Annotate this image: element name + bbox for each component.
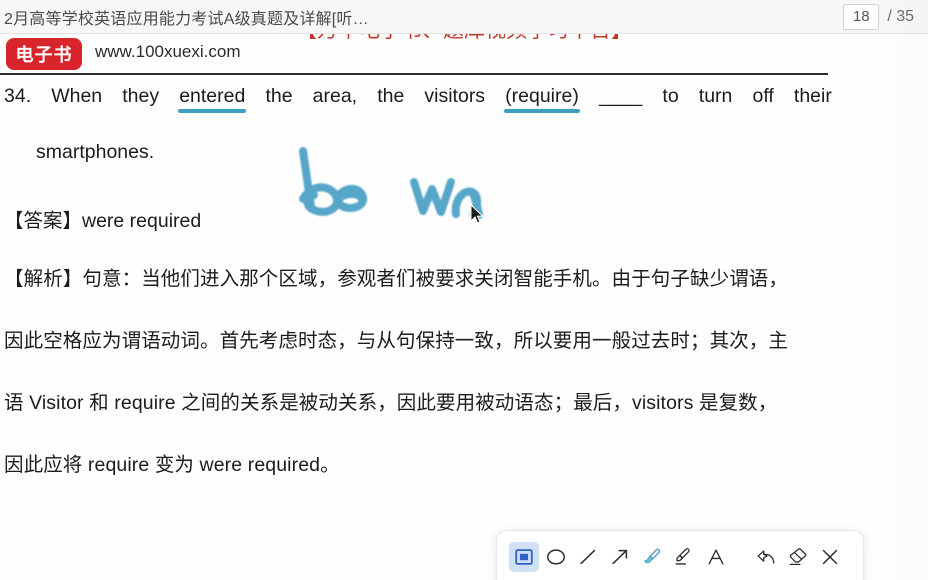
pdf-page-canvas[interactable]: 电子书 www.100xuexi.com 【万千电子书、题库视频学习平台】 34… [0, 34, 928, 580]
ellipse-icon [545, 546, 567, 568]
ink-annotation-layer [0, 34, 928, 580]
question-word-when: When [51, 86, 102, 106]
question-word-their: their [794, 86, 832, 106]
question-blank: ____ [599, 86, 642, 106]
line-icon [577, 546, 599, 568]
text-tool[interactable] [701, 542, 731, 572]
promo-banner-text: 【万千电子书、题库视频学习平台】 [296, 34, 632, 44]
brush-tool[interactable] [637, 542, 667, 572]
question-line-2: smartphones. [36, 142, 154, 162]
question-word-off: off [752, 86, 773, 106]
annotation-toolbar[interactable] [496, 530, 864, 580]
answer-line: 【答案】were required [4, 204, 201, 233]
arrow-tool[interactable] [605, 542, 635, 572]
undo-button[interactable] [751, 542, 781, 572]
ebook-logo-text: 电子书 [16, 41, 73, 67]
line-tool[interactable] [573, 542, 603, 572]
arrow-icon [609, 546, 631, 568]
close-icon [819, 546, 841, 568]
question-word-require: (require) [505, 86, 579, 106]
pdf-reader-window: 2月高等学校英语应用能力考试A级真题及详解[听… 18 / 35 电子书 www… [0, 0, 928, 580]
page-indicator: 18 / 35 [843, 4, 928, 30]
explanation-line-1: 【解析】句意：当他们进入那个区域，参观者们被要求关闭智能手机。由于句子缺少谓语， [4, 262, 788, 291]
document-title: 2月高等学校英语应用能力考试A级真题及详解[听… [0, 5, 843, 29]
page-number-input[interactable]: 18 [843, 4, 879, 30]
question-word-entered: entered [179, 86, 245, 106]
mouse-cursor [470, 204, 484, 224]
ebook-logo: 电子书 [6, 38, 82, 70]
question-word-to: to [662, 86, 678, 106]
question-word-visitors: visitors [424, 86, 485, 106]
explanation-line-2: 因此空格应为谓语动词。首先考虑时态，与从句保持一致，所以要用一般过去时；其次，主 [4, 324, 788, 353]
page-header: 电子书 www.100xuexi.com 【万千电子书、题库视频学习平台】 [0, 34, 928, 76]
question-word-the-1: the [265, 86, 292, 106]
question-line-1: 34. When they entered the area, the visi… [4, 86, 832, 106]
highlighter-tool[interactable] [669, 542, 699, 572]
page-total-label: / 35 [887, 8, 914, 26]
ellipse-tool[interactable] [541, 542, 571, 572]
eraser-icon [787, 546, 809, 568]
text-a-icon [705, 546, 727, 568]
titlebar: 2月高等学校英语应用能力考试A级真题及详解[听… 18 / 35 [0, 0, 928, 34]
brush-icon [641, 546, 663, 568]
question-word-they: they [122, 86, 159, 106]
header-divider [0, 73, 828, 75]
question-word-area: area, [313, 86, 357, 106]
question-word-the-2: the [377, 86, 404, 106]
site-url-text: www.100xuexi.com [95, 42, 241, 62]
tool-row [497, 531, 863, 580]
eraser-tool[interactable] [783, 542, 813, 572]
explanation-line-4: 因此应将 require 变为 were required。 [4, 448, 340, 477]
rectangle-icon [513, 546, 535, 568]
handwriting-be [303, 151, 363, 212]
undo-icon [755, 546, 777, 568]
rectangle-tool[interactable] [509, 542, 539, 572]
question-number: 34. [4, 86, 31, 106]
promo-banner-clip: 【万千电子书、题库视频学习平台】 [296, 34, 856, 64]
highlighter-icon [673, 546, 695, 568]
question-word-turn: turn [699, 86, 733, 106]
explanation-line-3: 语 Visitor 和 require 之间的关系是被动关系，因此要用被动语态；… [4, 386, 777, 415]
close-button[interactable] [815, 542, 845, 572]
